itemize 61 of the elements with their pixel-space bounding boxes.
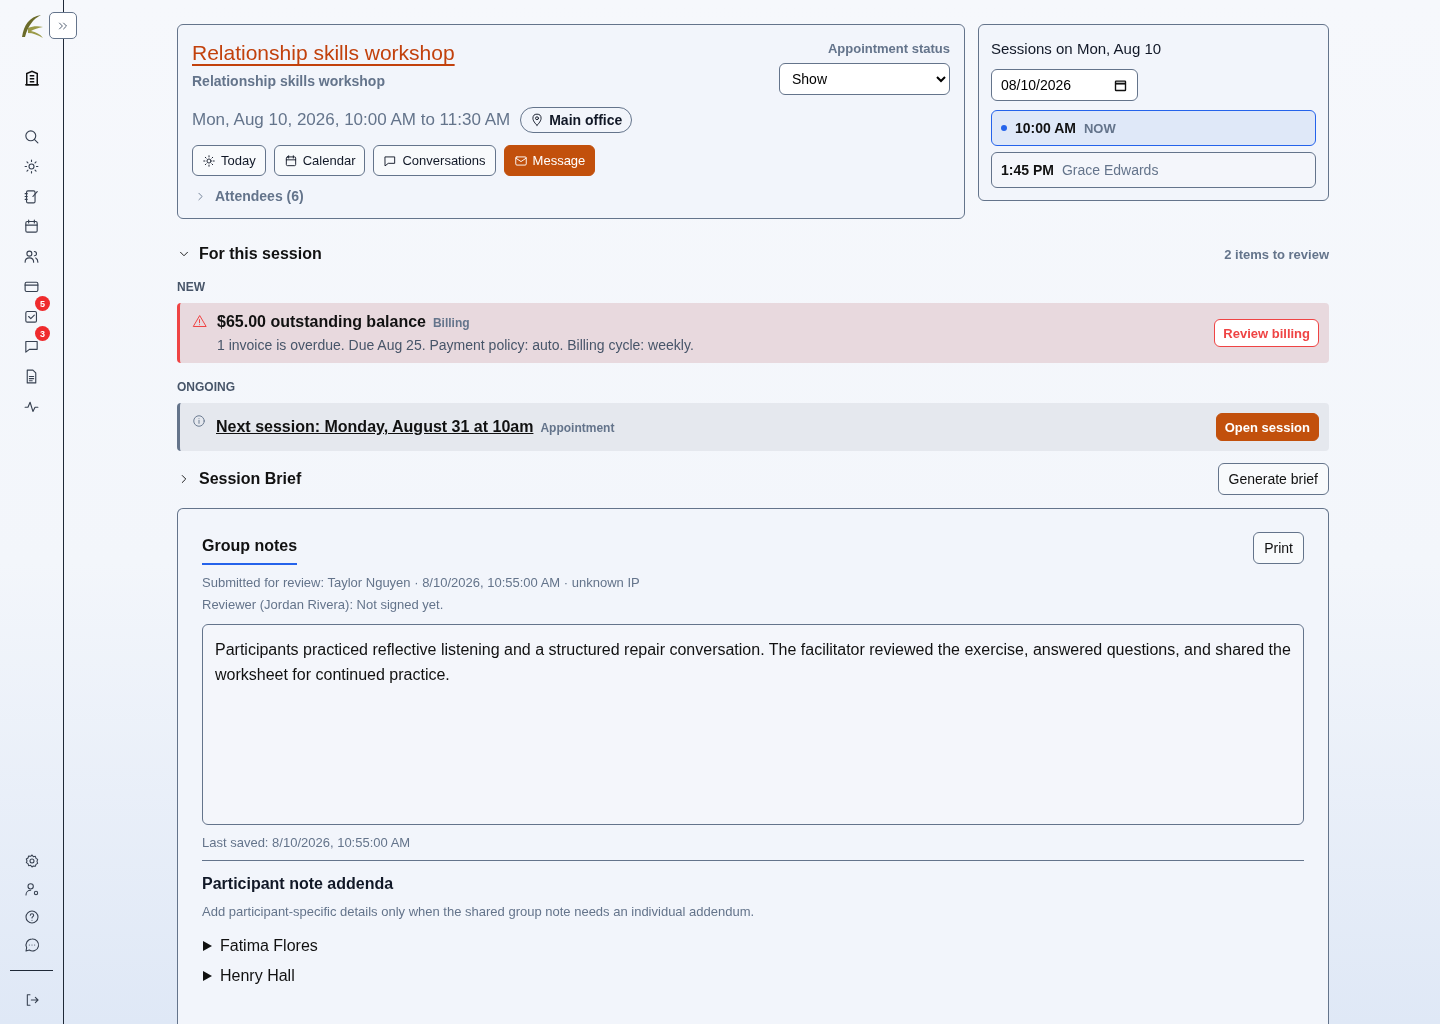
print-button[interactable]: Print bbox=[1253, 532, 1304, 564]
notebook-icon[interactable] bbox=[23, 187, 40, 205]
next-session-link[interactable]: Next session: Monday, August 31 at 10am bbox=[216, 418, 534, 436]
session-slot[interactable]: 1:45 PM Grace Edwards bbox=[991, 152, 1316, 188]
generate-brief-button[interactable]: Generate brief bbox=[1217, 463, 1329, 495]
expand-sidebar-button[interactable] bbox=[49, 12, 77, 39]
action-button[interactable]: Today bbox=[192, 145, 266, 176]
reviewer-info: Reviewer (Jordan Rivera): Not signed yet. bbox=[202, 597, 445, 612]
review-billing-button[interactable]: Review billing bbox=[1214, 319, 1319, 347]
date-field[interactable]: 08/10/2026 bbox=[991, 69, 1138, 101]
appointment-subtitle: Relationship skills workshop bbox=[192, 73, 386, 89]
user-settings-icon[interactable] bbox=[23, 881, 40, 897]
submission-info: Submitted for review: Taylor Nguyen · 8/10/2026, 10:55:00 AM · unknown IP bbox=[202, 575, 641, 590]
section-toggle[interactable]: For this session bbox=[177, 245, 322, 263]
sessions-title: Sessions on Mon, Aug 10 bbox=[991, 40, 1163, 57]
disclosure-triangle-icon bbox=[202, 971, 212, 981]
search-icon[interactable] bbox=[23, 127, 40, 145]
participant-toggle[interactable]: Henry Hall bbox=[202, 961, 295, 991]
review-count: 2 items to review bbox=[1224, 246, 1329, 262]
chat-bubble-icon[interactable] bbox=[23, 937, 40, 953]
calendar-icon bbox=[1113, 78, 1128, 93]
settings-icon[interactable] bbox=[23, 853, 40, 869]
item-tag: Appointment bbox=[540, 421, 615, 435]
open-session-button[interactable]: Open session bbox=[1215, 413, 1319, 441]
action-button[interactable]: Calendar bbox=[273, 145, 366, 176]
status-label: Appointment status bbox=[827, 41, 950, 56]
alert-title: $65.00 outstanding balance bbox=[217, 313, 426, 331]
status-select[interactable]: Show bbox=[779, 63, 950, 95]
last-saved: Last saved: 8/10/2026, 10:55:00 AM bbox=[202, 835, 412, 850]
section-toggle[interactable]: Session Brief bbox=[177, 470, 302, 488]
current-dot bbox=[1001, 125, 1007, 131]
participant-toggle[interactable]: Fatima Flores bbox=[202, 931, 318, 961]
action-button[interactable]: Conversations bbox=[373, 145, 496, 176]
appointment-time: Mon, Aug 10, 2026, 10:00 AM to 11:30 AM bbox=[192, 110, 511, 130]
sun-icon bbox=[202, 153, 216, 168]
count-badge: 5 bbox=[35, 296, 50, 311]
chat-icon bbox=[383, 153, 398, 168]
group-label: NEW bbox=[177, 280, 206, 294]
appointment-title-link[interactable]: Relationship skills workshop bbox=[192, 41, 455, 64]
disclosure-triangle-icon bbox=[202, 941, 212, 951]
item-tag: Billing bbox=[432, 316, 470, 330]
calendar-icon bbox=[283, 153, 298, 168]
mail-icon bbox=[513, 153, 528, 168]
count-badge: 3 bbox=[35, 326, 50, 341]
session-slot[interactable]: 10:00 AM NOW bbox=[991, 110, 1316, 146]
help-icon[interactable] bbox=[23, 909, 40, 925]
addenda-title: Participant note addenda bbox=[202, 875, 395, 893]
calendar-icon[interactable] bbox=[23, 217, 40, 235]
notes-textarea[interactable]: Participants practiced reflective listening and a structured repair conversation. The facilitator reviewed the exercise, answered questions, and shared the worksheet for continued practice. bbox=[202, 624, 1304, 825]
logo-icon bbox=[19, 13, 45, 39]
attendees-toggle[interactable]: Attendees (6) bbox=[192, 188, 304, 204]
sun-icon[interactable] bbox=[23, 157, 40, 175]
addenda-hint: Add participant-specific details only when the shared group note needs an individual addendum. bbox=[202, 904, 756, 919]
group-label: ONGOING bbox=[177, 380, 236, 394]
group-notes-tab[interactable]: Group notes bbox=[202, 531, 298, 565]
warning-icon bbox=[192, 314, 207, 329]
building-icon[interactable] bbox=[22, 69, 41, 87]
info-icon bbox=[192, 414, 206, 428]
alert-description: 1 invoice is overdue. Due Aug 25. Payment policy: auto. Billing cycle: weekly. bbox=[217, 337, 695, 353]
action-button[interactable]: Message bbox=[503, 145, 596, 176]
map-pin-icon bbox=[530, 113, 545, 127]
